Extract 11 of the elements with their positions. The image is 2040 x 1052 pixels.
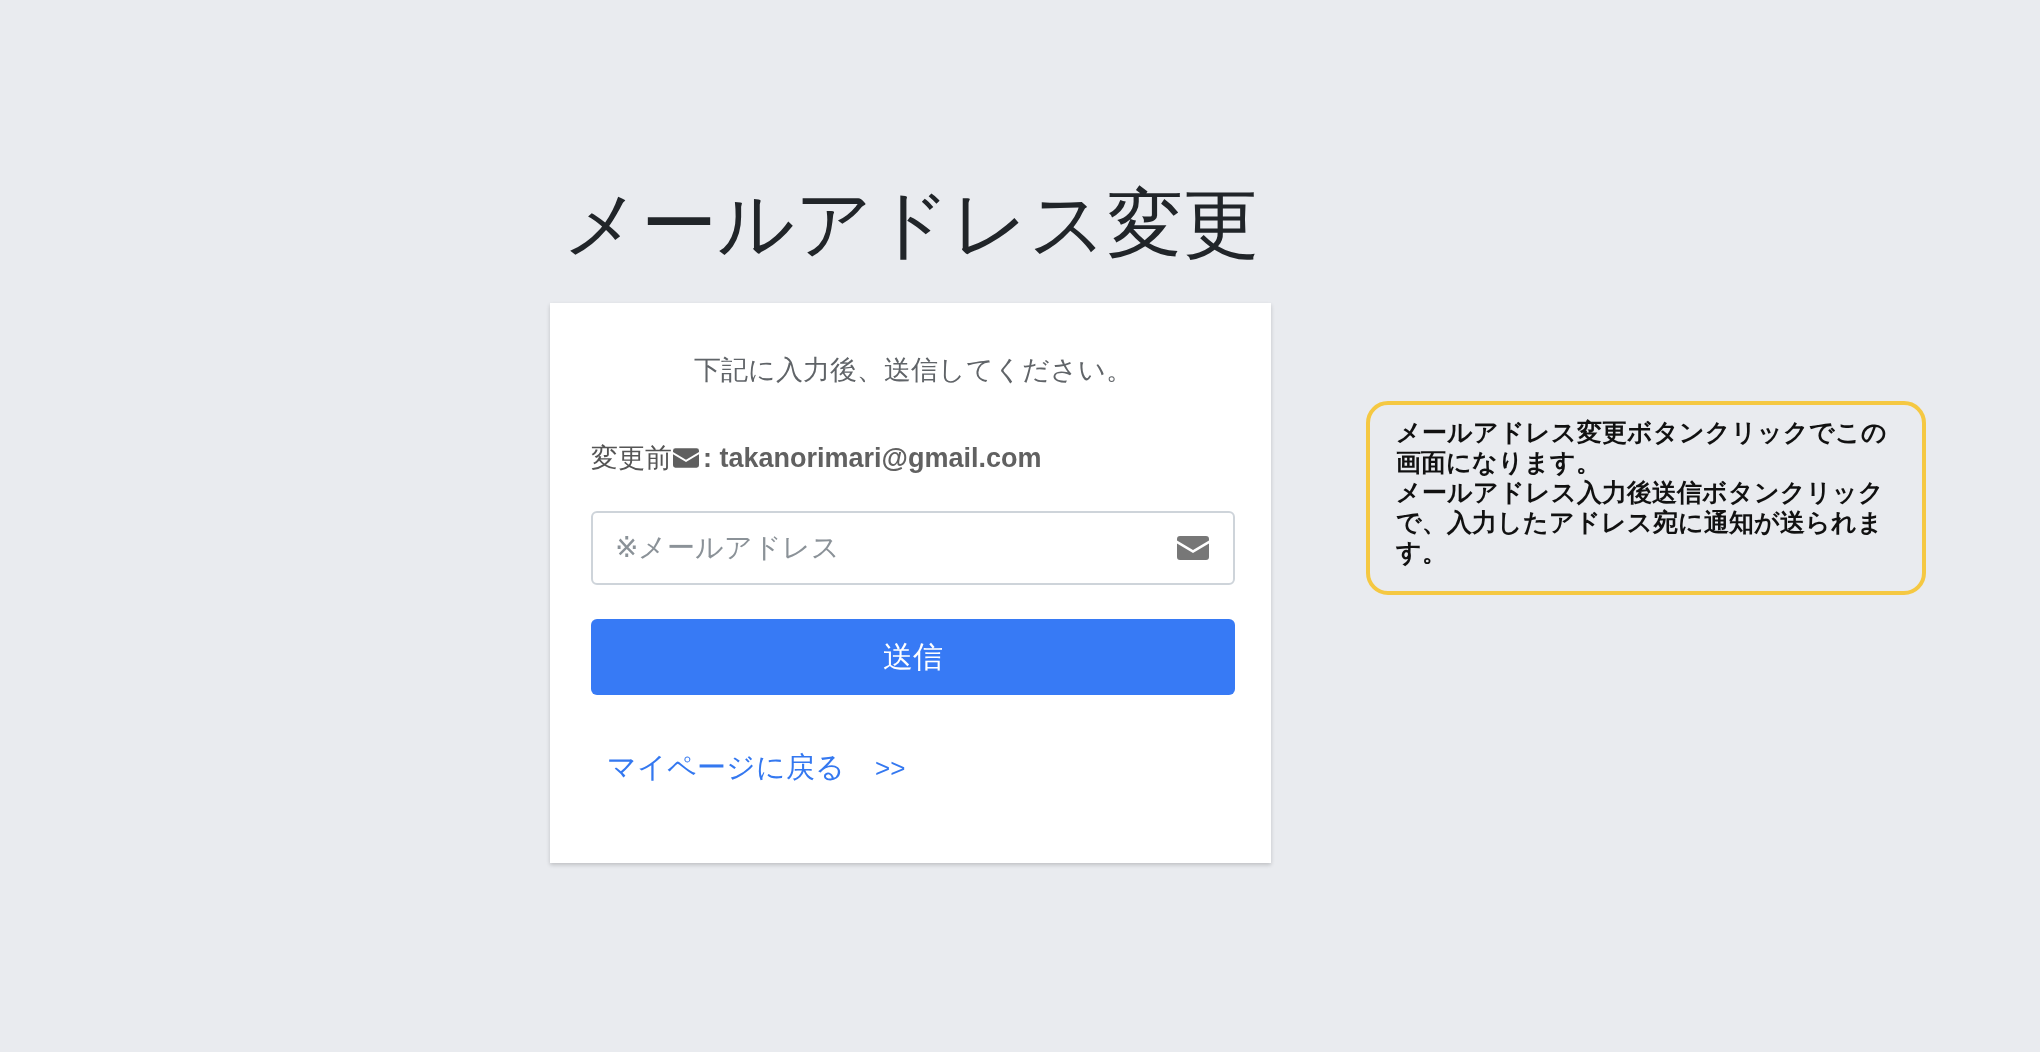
previous-email-value: : takanorimari@gmail.com xyxy=(703,442,1042,475)
submit-button[interactable]: 送信 xyxy=(591,619,1235,695)
envelope-icon xyxy=(1177,536,1209,560)
email-input[interactable]: ※メールアドレス xyxy=(591,511,1235,585)
back-to-mypage-link[interactable]: マイページに戻る >> xyxy=(607,745,906,791)
previous-email-label: 変更前 xyxy=(591,442,672,475)
annotation-text: メールアドレス入力後送信ボタンクリックで、入力したアドレス宛に通知が送られます。 xyxy=(1396,478,1885,568)
page-title: メールアドレス変更 xyxy=(562,180,1259,268)
envelope-icon xyxy=(673,448,699,468)
annotation-text: メールアドレス変更ボタンクリックでこの画面になります。 xyxy=(1396,418,1888,478)
instruction-text: 下記に入力後、送信してください。 xyxy=(692,354,1134,387)
